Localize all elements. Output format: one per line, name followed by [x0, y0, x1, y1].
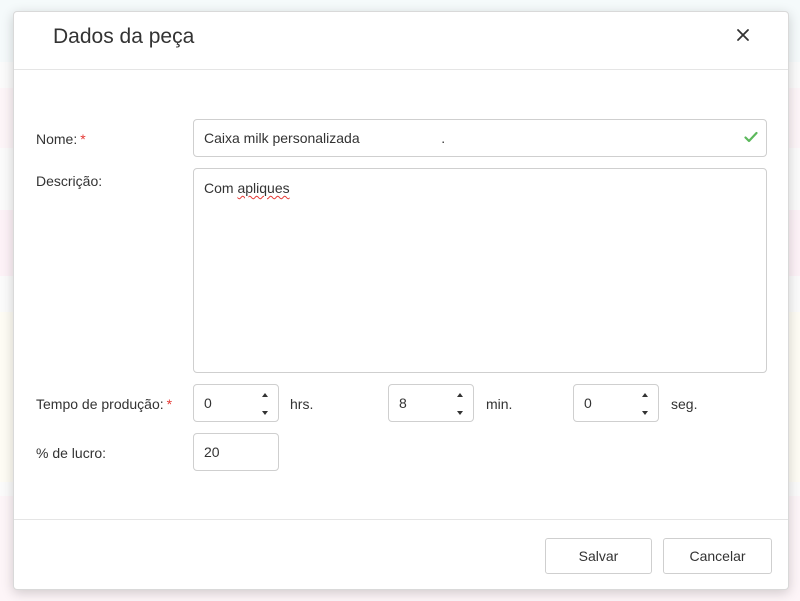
stepper-arrows — [640, 390, 650, 418]
stepper-arrows — [455, 390, 465, 418]
cancel-button[interactable]: Cancelar — [663, 538, 772, 574]
dialog-title: Dados da peça — [53, 25, 195, 48]
hours-unit: hrs. — [290, 396, 314, 412]
seconds-unit: seg. — [671, 396, 698, 412]
seconds-value: 0 — [584, 395, 592, 411]
seconds-stepper[interactable]: 0 — [573, 384, 659, 422]
piece-data-dialog: Dados da peça Nome: * Caixa milk personal… — [13, 11, 789, 590]
hours-value: 0 — [204, 395, 212, 411]
save-button[interactable]: Salvar — [545, 538, 652, 574]
name-label: Nome: * — [36, 131, 86, 147]
decrement-icon[interactable] — [640, 408, 650, 418]
decrement-icon[interactable] — [260, 408, 270, 418]
description-textarea[interactable]: Com apliques — [193, 168, 767, 373]
profit-value: 20 — [204, 444, 220, 460]
production-time-label: Tempo de produção: * — [36, 396, 172, 412]
close-button[interactable] — [730, 22, 756, 48]
increment-icon[interactable] — [455, 390, 465, 400]
required-mark: * — [166, 396, 173, 412]
check-icon — [744, 130, 758, 147]
increment-icon[interactable] — [640, 390, 650, 400]
close-icon — [737, 29, 749, 41]
profit-label: % de lucro: — [36, 445, 107, 461]
footer-divider — [14, 519, 788, 520]
stepper-arrows — [260, 390, 270, 418]
name-input[interactable]: Caixa milk personalizada . — [193, 119, 767, 157]
increment-icon[interactable] — [260, 390, 270, 400]
production-time-label-text: Tempo de produção: — [36, 396, 164, 412]
name-label-text: Nome: — [36, 131, 78, 147]
description-value: Com apliques — [204, 180, 290, 196]
decrement-icon[interactable] — [455, 408, 465, 418]
required-mark: * — [80, 131, 86, 147]
profit-input[interactable]: 20 — [193, 433, 279, 471]
description-label: Descrição: — [36, 173, 103, 189]
minutes-stepper[interactable]: 8 — [388, 384, 474, 422]
minutes-value: 8 — [399, 395, 407, 411]
name-input-value: Caixa milk personalizada . — [204, 130, 446, 146]
hours-stepper[interactable]: 0 — [193, 384, 279, 422]
spellcheck-word: apliques — [237, 180, 290, 196]
minutes-unit: min. — [486, 396, 513, 412]
dialog-header: Dados da peça — [14, 12, 788, 70]
description-text: Com — [204, 180, 238, 196]
